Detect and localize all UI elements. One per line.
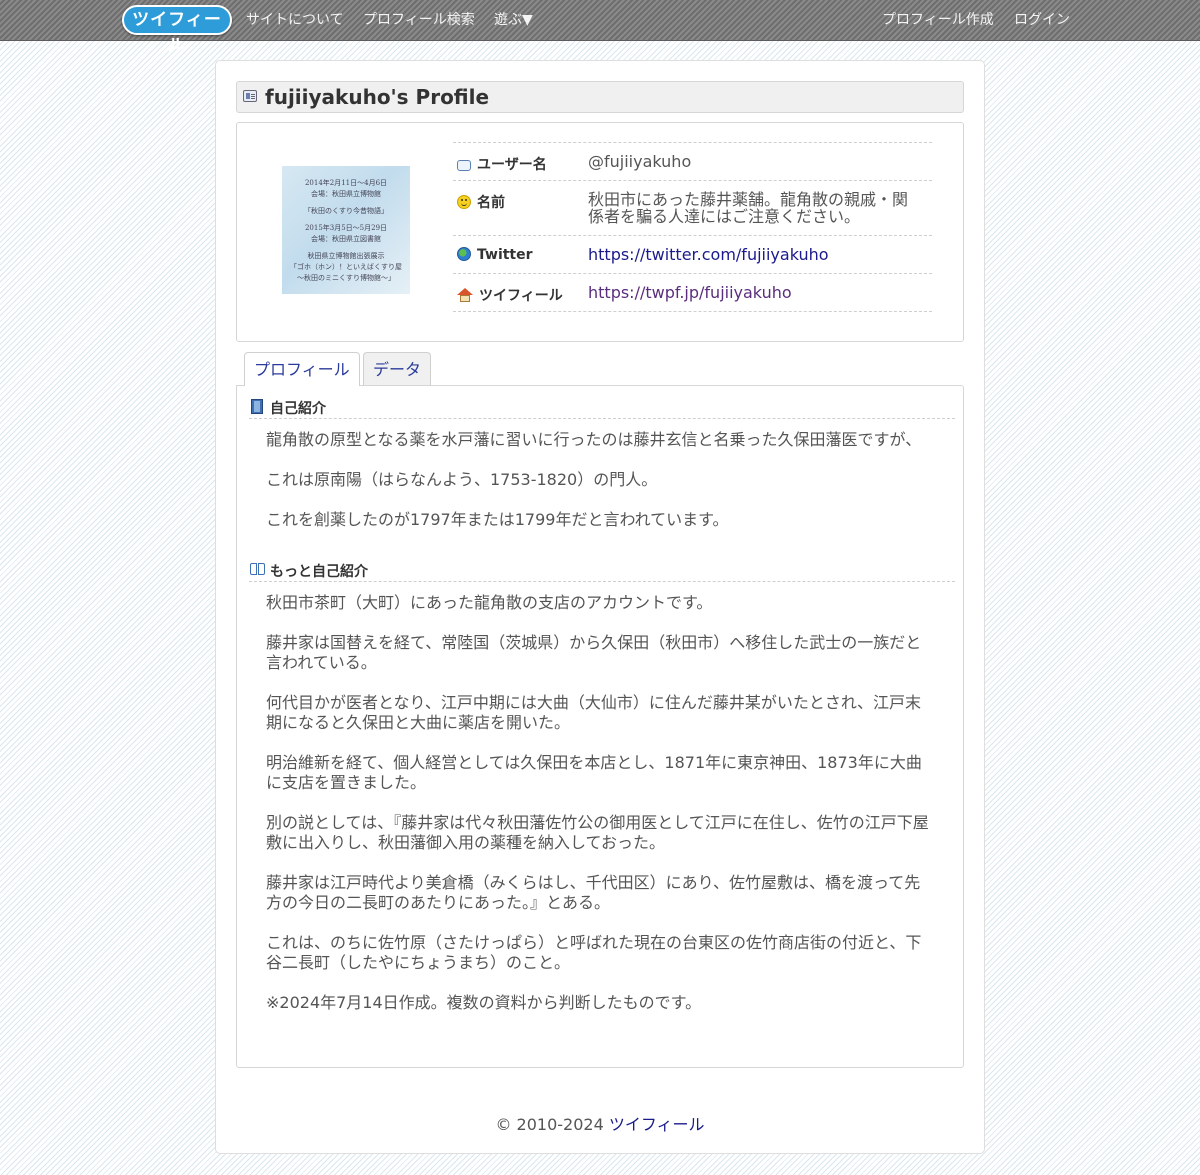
more-paragraph: ※2024年7月14日作成。複数の資料から判断したものです。 xyxy=(266,993,702,1012)
speech-bubble-icon xyxy=(457,160,471,171)
footer-site-link[interactable]: ツイフィール xyxy=(609,1115,705,1134)
page-title: fujiiyakuho's Profile xyxy=(265,85,490,109)
globe-icon xyxy=(457,247,471,261)
nav-profile-search[interactable]: プロフィール検索 xyxy=(363,0,475,40)
more-paragraph: 藤井家は江戸時代より美倉橋（みくらはし、千代田区）にあり、佐竹屋敷は、橋を渡って… xyxy=(266,873,921,912)
intro-body: 龍角散の原型となる薬を水戸藩に習いに行ったのは藤井玄信と名乗った久保田藩医ですが… xyxy=(266,430,932,550)
avatar-line: 秋田県立博物館出張展示 xyxy=(307,252,385,260)
intro-paragraph: これは原南陽（はらなんよう、1753-1820）の門人。 xyxy=(266,470,658,489)
twitter-label: Twitter xyxy=(457,247,533,263)
avatar-line: 「秋田のくすり今昔物語」 xyxy=(304,207,388,215)
profile-info-table: ユーザー名 @fujiiyakuho 名前 秋田市にあった藤井薬舗。龍角散の親戚… xyxy=(453,142,932,312)
nav-about[interactable]: サイトについて xyxy=(246,0,344,40)
avatar-line: 2015年3月5日〜5月29日 xyxy=(304,224,388,232)
copyright-text: © 2010-2024 xyxy=(495,1115,609,1134)
page-header: fujiiyakuho's Profile xyxy=(236,81,964,113)
more-paragraph: 藤井家は国替えを経て、常陸国（茨城県）から久保田（秋田市）へ移住した武士の一族だ… xyxy=(266,633,922,672)
more-paragraph: 秋田市茶町（大町）にあった龍角散の支店のアカウントです。 xyxy=(266,593,713,612)
twitter-link[interactable]: https://twitter.com/fujiiyakuho xyxy=(588,236,932,273)
avatar-line: 会場：秋田県立図書館 xyxy=(311,235,381,243)
tab-profile[interactable]: プロフィール xyxy=(244,352,360,386)
site-logo[interactable]: ツイフィール xyxy=(122,5,232,56)
row-twpf: ツイフィール https://twpf.jp/fujiiyakuho xyxy=(453,274,932,312)
more-paragraph: 明治維新を経て、個人経営としては久保田を本店とし、1871年に東京神田、1873… xyxy=(266,753,922,792)
profile-tab-panel: 自己紹介 龍角散の原型となる薬を水戸藩に習いに行ったのは藤井玄信と名乗った久保田… xyxy=(236,385,964,1068)
smiley-icon xyxy=(457,195,471,209)
intro-paragraph: 龍角散の原型となる薬を水戸藩に習いに行ったのは藤井玄信と名乗った久保田藩医ですが… xyxy=(266,430,922,449)
profile-summary: 2014年2月11日〜4月6日 会場：秋田県立博物館 「秋田のくすり今昔物語」 … xyxy=(236,122,964,342)
avatar-line: 〜秋田のミニくすり博物館〜」 xyxy=(297,274,395,282)
row-name: 名前 秋田市にあった藤井薬舗。龍角散の親戚・関係者を騙る人達にはご注意ください。 xyxy=(453,181,932,236)
avatar-line: 2014年2月11日〜4月6日 xyxy=(304,179,388,187)
intro-paragraph: これを創薬したのが1797年または1799年だと言われています。 xyxy=(266,510,729,529)
book-icon xyxy=(251,399,263,414)
nav-create-profile[interactable]: プロフィール作成 xyxy=(882,0,994,40)
intro-heading: 自己紹介 xyxy=(249,396,955,419)
footer: © 2010-2024 ツイフィール xyxy=(216,1111,984,1135)
more-intro-body: 秋田市茶町（大町）にあった龍角散の支店のアカウントです。 藤井家は国替えを経て、… xyxy=(266,593,932,1033)
house-icon xyxy=(457,288,473,302)
row-username: ユーザー名 @fujiiyakuho xyxy=(453,143,932,181)
row-twitter: Twitter https://twitter.com/fujiiyakuho xyxy=(453,236,932,274)
name-value: 秋田市にあった藤井薬舗。龍角散の親戚・関係者を騙る人達にはご注意ください。 xyxy=(588,190,909,226)
top-navbar: ツイフィール サイトについて プロフィール検索 遊ぶ▼ プロフィール作成 ログイ… xyxy=(0,0,1200,56)
more-paragraph: これは、のちに佐竹原（さたけっぱら）と呼ばれた現在の台東区の佐竹商店街の付近と、… xyxy=(266,933,922,972)
more-paragraph: 別の説としては、『藤井家は代々秋田藩佐竹公の御用医として江戸に在住し、佐竹の江戸… xyxy=(266,813,929,852)
username-label: ユーザー名 xyxy=(457,154,547,174)
open-book-icon xyxy=(250,563,266,576)
more-intro-heading: もっと自己紹介 xyxy=(249,559,955,582)
id-card-icon xyxy=(243,90,257,102)
avatar-line: 会場：秋田県立博物館 xyxy=(311,190,381,198)
twpf-link[interactable]: https://twpf.jp/fujiiyakuho xyxy=(588,274,932,311)
avatar: 2014年2月11日〜4月6日 会場：秋田県立博物館 「秋田のくすり今昔物語」 … xyxy=(282,166,410,294)
more-paragraph: 何代目かが医者となり、江戸中期には大曲（大仙市）に住んだ藤井某がいたとされ、江戸… xyxy=(266,693,922,732)
twpf-label: ツイフィール xyxy=(457,285,563,305)
nav-play-dropdown[interactable]: 遊ぶ▼ xyxy=(494,0,533,40)
main-container: fujiiyakuho's Profile 2014年2月11日〜4月6日 会場… xyxy=(215,60,985,1154)
name-label: 名前 xyxy=(457,192,505,212)
username-value: @fujiiyakuho xyxy=(588,152,692,171)
nav-login[interactable]: ログイン xyxy=(1014,0,1070,40)
tab-data[interactable]: データ xyxy=(363,352,432,385)
avatar-line: 「ゴホ（ホン）！といえばくすり屋 xyxy=(290,263,402,271)
